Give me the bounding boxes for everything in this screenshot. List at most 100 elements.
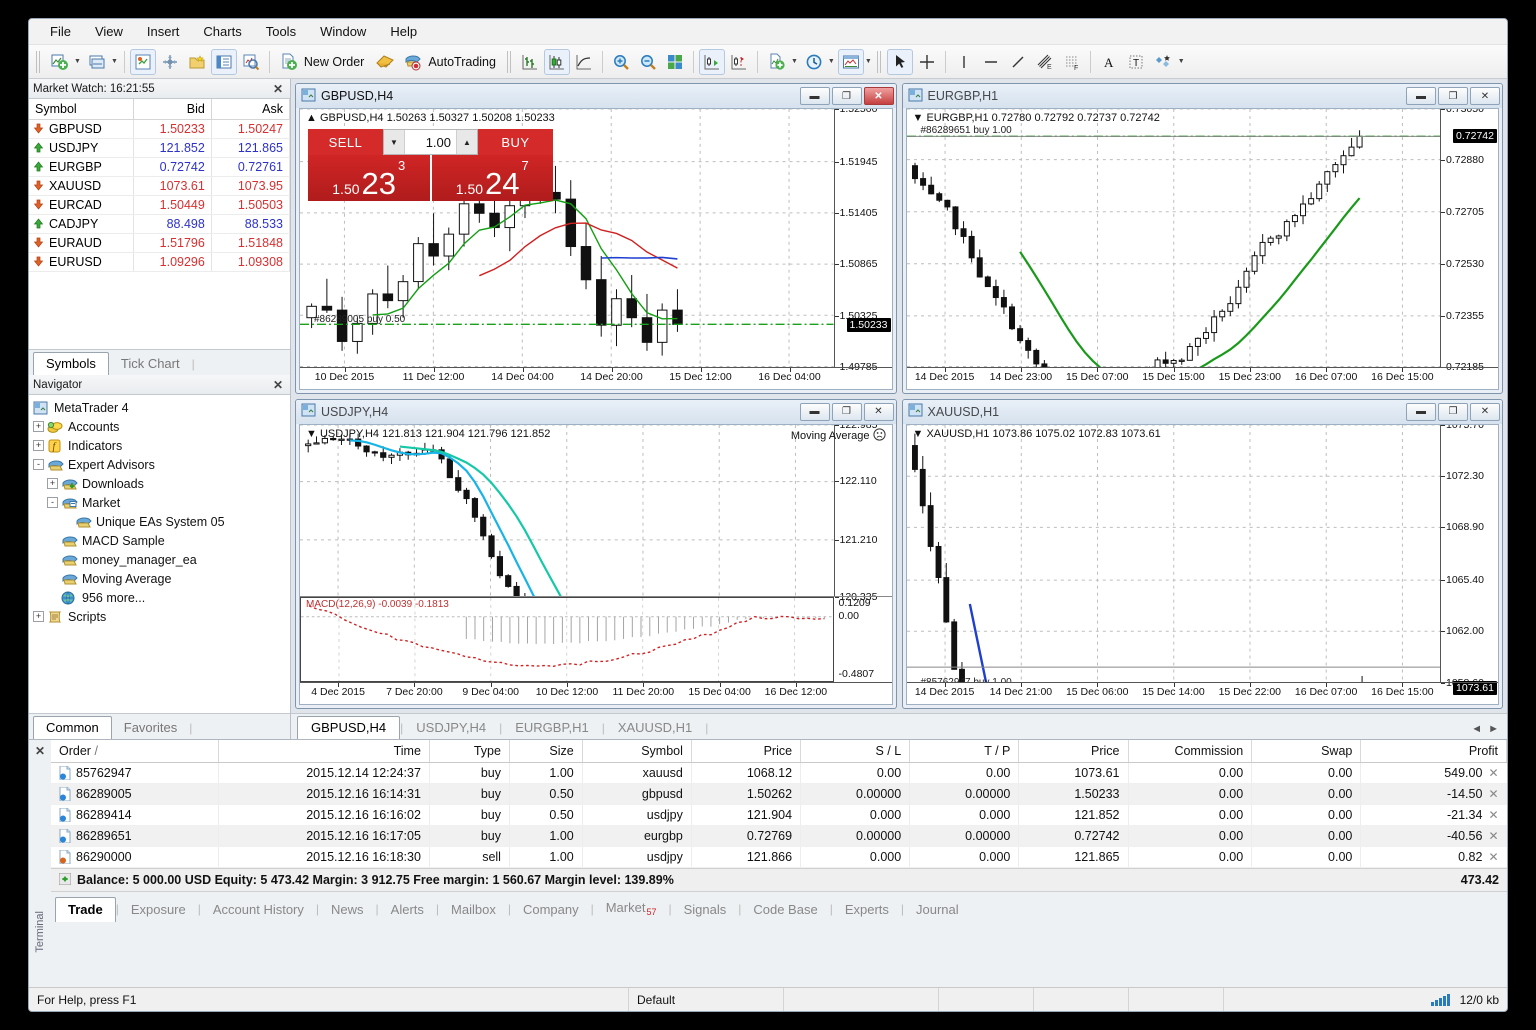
column-header-size[interactable]: Size — [509, 740, 583, 763]
new-order-icon[interactable] — [276, 49, 302, 75]
maximize-button[interactable]: ❐ — [1438, 87, 1468, 105]
chart-body-usdjpy[interactable]: ▼ USDJPY,H4 121.813 121.904 121.796 121.… — [299, 423, 893, 705]
data-window-icon[interactable] — [157, 49, 183, 75]
chart-menu-arrow-icon[interactable]: ▼ — [306, 428, 317, 440]
close-position-icon[interactable]: ✕ — [1482, 850, 1498, 864]
auto-scroll-icon[interactable] — [698, 48, 725, 75]
table-row[interactable]: 86290000 2015.12.16 16:18:30 sell 1.00 usdjp… — [51, 846, 1507, 868]
column-header-swap[interactable]: Swap — [1251, 740, 1362, 763]
chevron-down-icon[interactable]: ▼ — [865, 58, 872, 65]
tab-tick-chart[interactable]: Tick Chart — [109, 353, 192, 375]
profiles-button[interactable]: ▼ — [83, 49, 119, 75]
navigator-node-money-manager-ea[interactable]: money_manager_ea — [33, 550, 290, 569]
terminal-tab-market[interactable]: Market57 — [594, 896, 669, 922]
column-header-bid[interactable]: Bid — [133, 99, 212, 120]
text-icon[interactable]: A — [1096, 49, 1122, 75]
column-header-price-current[interactable]: Price — [1018, 740, 1129, 763]
navigator-node-market[interactable]: - Market — [33, 493, 290, 512]
trendline-icon[interactable] — [1005, 49, 1031, 75]
toolbar-grip-3[interactable] — [876, 50, 883, 73]
terminal-tab-exposure[interactable]: Exposure — [119, 898, 198, 922]
chart-menu-arrow-icon[interactable]: ▼ — [913, 112, 924, 124]
one-click-trading-panel[interactable]: SELL ▼ 1.00 ▲ BUY 1.50 23 3 1.50 24 7 — [308, 129, 553, 201]
terminal-tab-experts[interactable]: Experts — [833, 898, 901, 922]
navigator-node-956-more[interactable]: 956 more... — [33, 588, 290, 607]
chart-time-axis-usdjpy[interactable]: 4 Dec 2015 7 Dec 20:00 9 Dec 04:00 10 Dec 1… — [300, 682, 892, 704]
tree-expander[interactable]: - — [33, 459, 44, 470]
tile-windows-icon[interactable] — [662, 49, 688, 75]
connection-signal-icon[interactable] — [1430, 993, 1450, 1006]
minimize-button[interactable]: ▬ — [1406, 402, 1436, 421]
column-header-profit[interactable]: Profit — [1360, 740, 1507, 763]
column-header-tp[interactable]: T / P — [909, 740, 1020, 763]
tree-expander[interactable]: - — [47, 497, 58, 508]
new-order-button[interactable]: New Order — [275, 49, 371, 75]
autotrading-label[interactable]: AutoTrading — [426, 55, 502, 69]
menu-item-window[interactable]: Window — [309, 21, 377, 42]
autotrading-button[interactable]: AutoTrading — [399, 49, 503, 75]
market-watch-row[interactable]: EURAUD 1.51796 1.51848 — [29, 233, 290, 253]
new-chart-icon[interactable] — [47, 49, 73, 75]
chart-time-axis-xauusd[interactable]: 14 Dec 2015 14 Dec 21:00 15 Dec 06:00 15 De… — [906, 682, 1498, 704]
tree-expander[interactable]: + — [33, 611, 44, 622]
chart-titlebar-xauusd[interactable]: XAUUSD,H1 ▬ ❐ ✕ — [902, 399, 1502, 424]
indicators-button[interactable]: ▼ — [763, 49, 799, 75]
chart-window-usdjpy[interactable]: USDJPY,H4 ▬ ❐ ✕ ▼ USDJPY,H4 121.813 121.904 … — [295, 398, 897, 709]
market-watch-row[interactable]: XAUUSD 1073.61 1073.95 — [29, 176, 290, 196]
terminal-tab-account-history[interactable]: Account History — [201, 898, 316, 922]
chart-menu-arrow-icon[interactable]: ▼ — [913, 428, 924, 440]
market-watch-row[interactable]: EURGBP 0.72742 0.72761 — [29, 157, 290, 177]
close-position-icon[interactable]: ✕ — [1482, 766, 1498, 780]
chart-price-axis-xauusd[interactable]: 1075.701072.301068.901065.401062.001058.… — [1440, 424, 1498, 695]
zoom-out-icon[interactable] — [635, 49, 661, 75]
navigator-node-metatrader-4[interactable]: MetaTrader 4 — [33, 398, 290, 417]
minimize-button[interactable]: ▬ — [799, 87, 830, 105]
chevron-down-icon[interactable]: ▼ — [828, 58, 835, 65]
close-button[interactable]: ✕ — [863, 402, 894, 421]
close-icon[interactable]: ✕ — [270, 82, 286, 96]
sell-button[interactable]: SELL — [308, 129, 383, 155]
navigator-node-downloads[interactable]: + Downloads — [33, 474, 290, 493]
table-row[interactable]: 86289651 2015.12.16 16:17:05 buy 1.00 eurgbp… — [51, 825, 1507, 847]
shapes-button[interactable]: ▼ — [1150, 49, 1186, 75]
tab-common[interactable]: Common — [33, 716, 112, 739]
market-watch-row[interactable]: GBPUSD 1.50233 1.50247 — [29, 119, 290, 139]
terminal-tab-code-base[interactable]: Code Base — [741, 898, 829, 922]
column-header-symbol[interactable]: Symbol — [29, 99, 134, 120]
chart-tab-gbpusd-h4[interactable]: GBPUSD,H4 — [297, 716, 401, 739]
terminal-tab-alerts[interactable]: Alerts — [379, 898, 436, 922]
market-watch-row[interactable]: EURCAD 1.50449 1.50503 — [29, 195, 290, 215]
shapes-icon[interactable] — [1151, 49, 1177, 75]
periods-button[interactable]: ▼ — [800, 49, 836, 75]
bar-chart-icon[interactable] — [517, 49, 543, 75]
column-header-commission[interactable]: Commission — [1128, 740, 1253, 763]
line-chart-icon[interactable] — [571, 49, 597, 75]
volume-stepper[interactable]: ▼ 1.00 ▲ — [383, 129, 478, 155]
close-position-icon[interactable]: ✕ — [1482, 829, 1498, 843]
chart-price-axis-eurgbp[interactable]: 0.73050 0.72880 0.72705 0.72530 0.72355 0.721… — [1440, 109, 1498, 373]
chart-tab-usdjpy-h4[interactable]: USDJPY,H4 — [403, 717, 499, 739]
volume-up-icon[interactable]: ▲ — [457, 138, 477, 147]
menu-item-view[interactable]: View — [84, 21, 134, 42]
table-row[interactable]: 86289414 2015.12.16 16:16:02 buy 0.50 usdjpy… — [51, 804, 1507, 826]
chart-menu-arrow-icon[interactable]: ▲ — [306, 112, 317, 124]
table-row[interactable]: 86289005 2015.12.16 16:14:31 buy 0.50 gbpusd… — [51, 783, 1507, 805]
tabs-scroll-left-icon[interactable]: ◄ — [1471, 723, 1482, 735]
chart-titlebar-gbpusd[interactable]: GBPUSD,H4 ▬ ❐ ✕ — [296, 84, 896, 108]
chart-time-axis-eurgbp[interactable]: 14 Dec 2015 14 Dec 23:00 15 Dec 07:00 15 De… — [906, 366, 1498, 389]
tabs-scroll-right-icon[interactable]: ► — [1488, 723, 1499, 735]
maximize-button[interactable]: ❐ — [831, 87, 862, 105]
market-watch-row[interactable]: USDJPY 121.852 121.865 — [29, 138, 290, 158]
chart-price-axis-usdjpy[interactable]: 122.985122.110121.210120.335121.852 — [833, 424, 892, 603]
chart-tab-xauusd-h1[interactable]: XAUUSD,H1 — [605, 717, 705, 739]
new-chart-button[interactable]: ▼ — [46, 49, 82, 75]
close-button[interactable]: ✕ — [1470, 402, 1500, 421]
tree-expander[interactable]: + — [33, 440, 44, 451]
menu-item-insert[interactable]: Insert — [136, 21, 191, 42]
chart-window-eurgbp[interactable]: EURGBP,H1 ▬ ❐ ✕ ▼ EURGBP,H1 0.72780 0.72792 … — [901, 83, 1503, 394]
tree-expander[interactable]: + — [47, 478, 58, 489]
strategy-tester-icon[interactable] — [238, 49, 264, 75]
close-icon[interactable]: ✕ — [270, 378, 286, 392]
column-header-order[interactable]: Order / — [51, 740, 219, 763]
close-button[interactable]: ✕ — [863, 87, 894, 105]
